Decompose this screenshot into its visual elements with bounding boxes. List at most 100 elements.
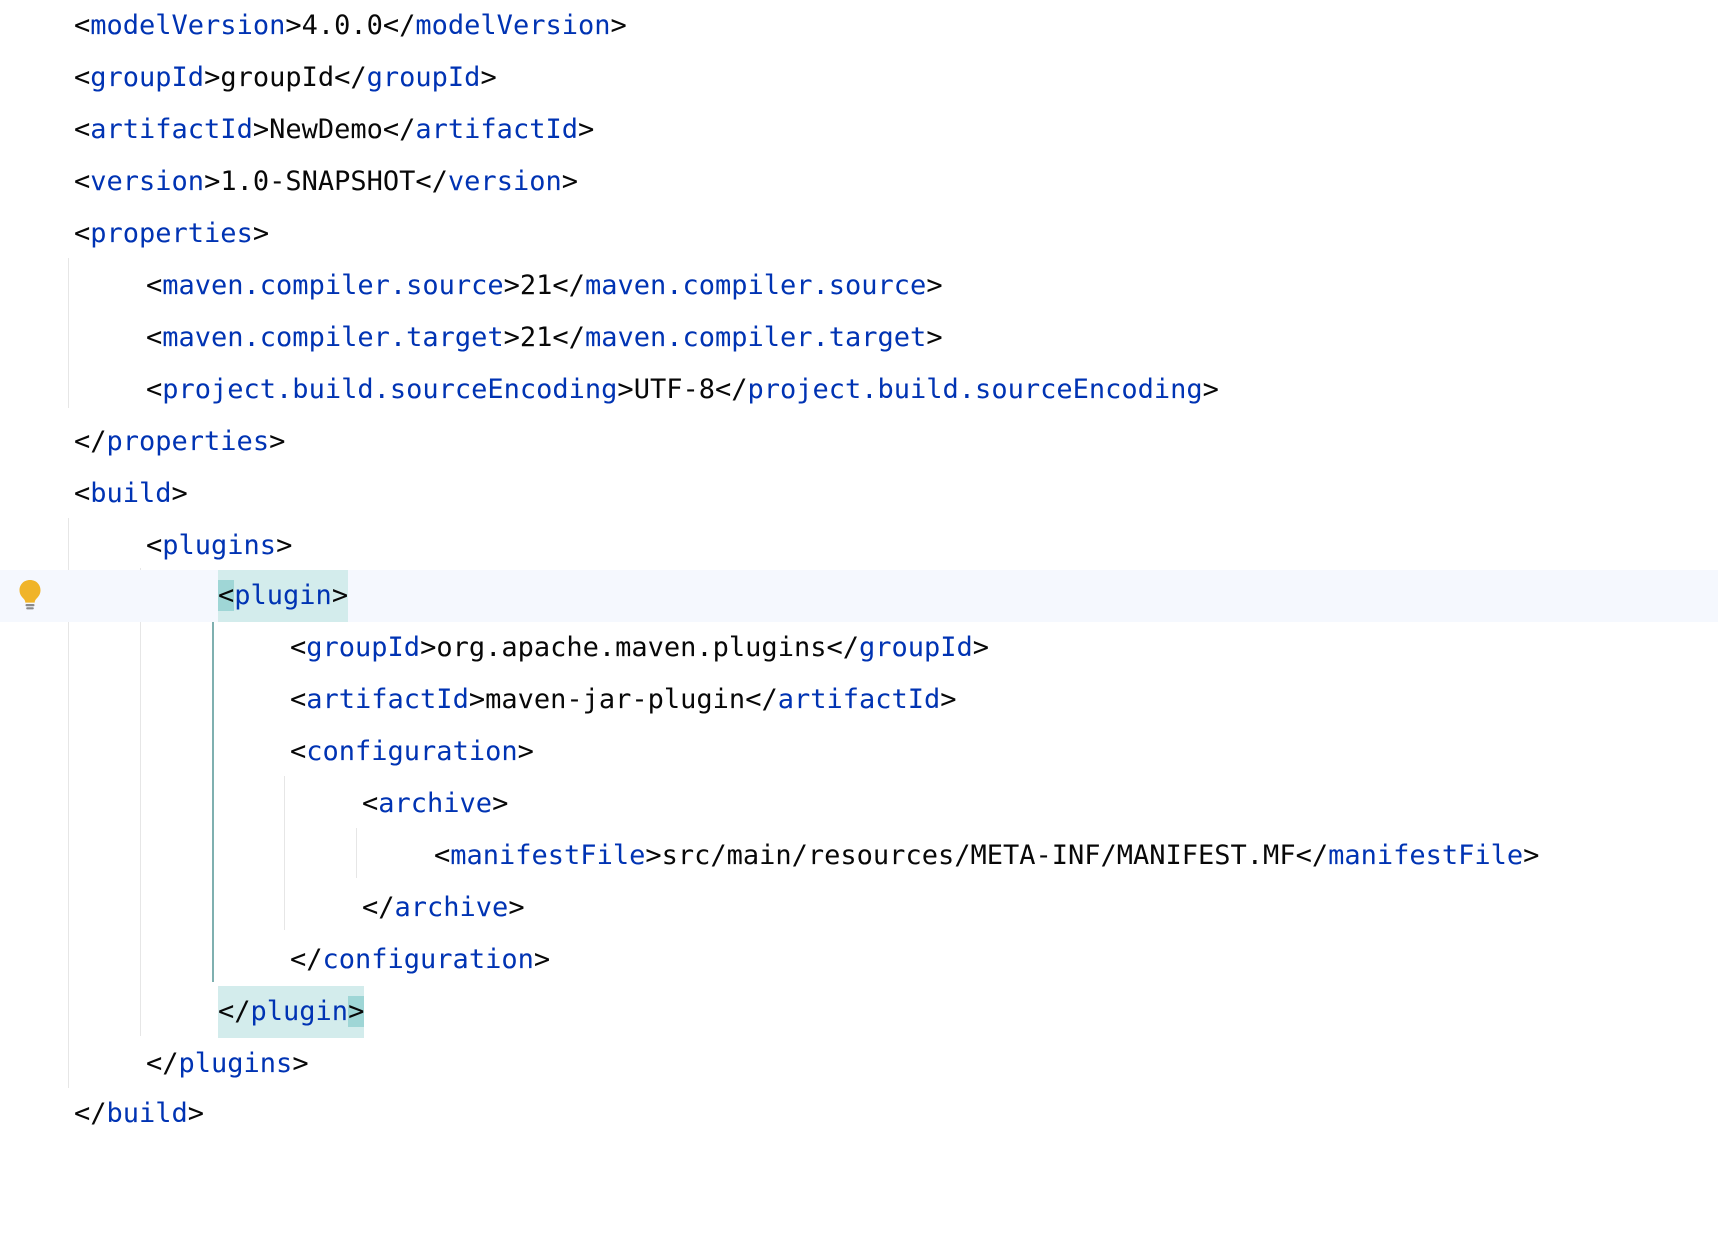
tag-bracket: > [926,322,943,353]
xml-text-value: groupId [220,62,335,93]
xml-text-value: 4.0.0 [301,10,383,41]
xml-tag-name: project.build.sourceEncoding [747,374,1203,405]
tag-bracket: < [362,788,379,819]
xml-tag-name: artifactId [306,684,469,715]
code-line[interactable]: <archive> [0,778,1718,830]
tag-bracket: </ [745,684,778,715]
xml-tag-name: manifestFile [450,840,646,871]
code-line[interactable]: <project.build.sourceEncoding>UTF-8</pro… [0,364,1718,416]
xml-text-value: maven-jar-plugin [485,684,746,715]
xml-tag-name: properties [106,426,270,457]
xml-text-value: UTF-8 [633,374,715,405]
xml-text-value: 21 [519,322,553,353]
tag-bracket: > [331,580,349,611]
code-line[interactable]: <maven.compiler.target>21</maven.compile… [0,312,1718,364]
xml-tag-name: build [106,1098,188,1129]
matched-tag-highlight: </plugin> [218,986,365,1038]
tag-bracket: < [290,736,307,767]
xml-tag-name: configuration [322,944,534,975]
xml-tag-name: modelVersion [90,10,286,41]
tag-bracket: </ [74,1098,107,1129]
tag-bracket: </ [714,374,748,405]
xml-tag-name: groupId [90,62,205,93]
xml-tag-name: plugins [178,1048,293,1079]
tag-bracket: > [285,10,302,41]
tag-bracket: > [171,478,188,509]
xml-tag-name: configuration [306,736,518,767]
xml-tag-name: plugin [234,580,332,611]
code-line[interactable]: <modelVersion>4.0.0</modelVersion> [0,0,1718,52]
code-editor[interactable]: <modelVersion>4.0.0</modelVersion> <grou… [0,0,1718,1138]
tag-bracket: > [533,944,551,975]
tag-bracket: > [468,684,486,715]
code-line[interactable]: <maven.compiler.source>21</maven.compile… [0,260,1718,312]
tag-bracket: < [74,62,91,93]
tag-bracket: > [617,374,634,405]
tag-bracket: < [218,580,235,611]
tag-bracket: </ [382,114,416,145]
code-line[interactable]: <artifactId>NewDemo</artifactId> [0,104,1718,156]
tag-bracket: < [146,374,163,405]
xml-tag-name: artifactId [415,114,578,145]
code-line[interactable]: <build> [0,468,1718,520]
tag-bracket: > [348,996,365,1027]
tag-bracket: </ [415,166,448,197]
tag-bracket: < [74,10,91,41]
code-line[interactable]: </plugin> [0,986,1718,1038]
xml-tag-name: groupId [858,632,973,663]
xml-text-value: src/main/resources/META-INF/MANIFEST.MF [661,840,1296,871]
xml-tag-name: maven.compiler.target [162,322,504,353]
tag-bracket: < [146,530,163,561]
tag-bracket: </ [218,996,251,1027]
xml-tag-name: archive [394,892,509,923]
code-line[interactable]: </plugins> [0,1038,1718,1090]
xml-tag-name: version [447,166,562,197]
xml-tag-name: archive [378,788,493,819]
code-line[interactable]: </archive> [0,882,1718,934]
tag-bracket: > [1523,840,1540,871]
tag-bracket: </ [74,426,107,457]
xml-tag-name: groupId [306,632,421,663]
xml-tag-name: plugin [250,996,349,1027]
code-line[interactable]: <groupId>groupId</groupId> [0,52,1718,104]
code-line[interactable]: <plugins> [0,520,1718,572]
code-line[interactable]: </configuration> [0,934,1718,986]
tag-bracket: > [252,218,270,249]
tag-bracket: </ [362,892,395,923]
tag-bracket: < [146,322,163,353]
code-line[interactable]: </properties> [0,416,1718,468]
tag-bracket: </ [552,322,585,353]
tag-bracket: < [74,478,91,509]
xml-tag-name: maven.compiler.target [584,322,927,353]
tag-bracket: < [290,632,307,663]
tag-bracket: </ [1295,840,1329,871]
tag-bracket: > [292,1048,309,1079]
matched-tag-highlight: <plugin> [218,570,349,622]
tag-bracket: > [276,530,293,561]
tag-bracket: > [517,736,534,767]
tag-bracket: > [204,62,221,93]
code-line[interactable]: <configuration> [0,726,1718,778]
xml-text-value: org.apache.maven.plugins [436,632,827,663]
xml-tag-name: build [90,478,172,509]
lightbulb-icon[interactable] [16,578,44,612]
tag-bracket: > [492,788,509,819]
xml-tag-name: project.build.sourceEncoding [162,374,618,405]
code-line[interactable]: <version>1.0-SNAPSHOT</version> [0,156,1718,208]
tag-bracket: > [508,892,525,923]
code-line[interactable]: </build> [0,1090,1718,1138]
xml-tag-name: manifestFile [1328,840,1524,871]
code-line[interactable]: <groupId>org.apache.maven.plugins</group… [0,622,1718,674]
tag-bracket: < [290,684,307,715]
code-line[interactable]: <artifactId>maven-jar-plugin</artifactId… [0,674,1718,726]
tag-bracket: > [480,62,497,93]
xml-text-value: NewDemo [269,114,383,145]
tag-bracket: < [434,840,451,871]
tag-bracket: > [503,322,520,353]
tag-bracket: > [577,114,595,145]
code-line[interactable]: <properties> [0,208,1718,260]
tag-bracket: > [940,684,957,715]
code-line[interactable]: <manifestFile>src/main/resources/META-IN… [0,830,1718,882]
tag-bracket: > [610,10,627,41]
code-line-current[interactable]: <plugin> [0,570,1718,622]
